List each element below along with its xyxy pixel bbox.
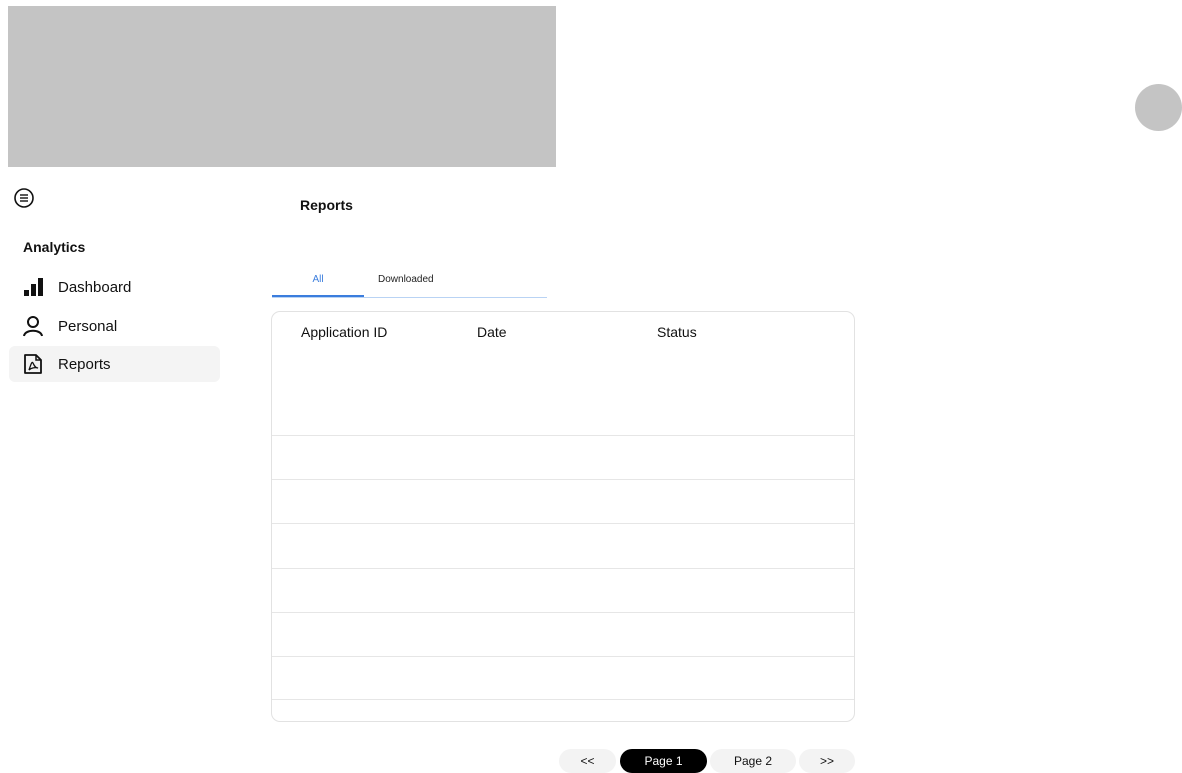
table-row-divider bbox=[272, 699, 854, 700]
tab-active-indicator bbox=[272, 295, 364, 297]
table-row-divider bbox=[272, 568, 854, 569]
sidebar-item-label: Dashboard bbox=[58, 278, 132, 296]
pdf-document-icon bbox=[24, 354, 42, 374]
person-icon bbox=[23, 316, 43, 337]
column-header-date[interactable]: Date bbox=[477, 324, 507, 340]
sidebar-item-label: Reports bbox=[58, 355, 111, 373]
pagination-page-2-button[interactable]: Page 2 bbox=[710, 749, 796, 773]
sidebar-item-personal[interactable]: Personal bbox=[9, 308, 220, 344]
reports-table: Application ID Date Status bbox=[271, 311, 855, 722]
avatar[interactable] bbox=[1135, 84, 1182, 131]
tab-all[interactable]: All bbox=[272, 274, 364, 285]
sidebar-item-reports[interactable]: Reports bbox=[9, 346, 220, 382]
bar-chart-icon bbox=[24, 278, 43, 296]
banner-image-placeholder bbox=[8, 6, 556, 167]
table-row-divider bbox=[272, 612, 854, 613]
sidebar-section-label: Analytics bbox=[23, 239, 86, 255]
tab-bar: All Downloaded bbox=[272, 270, 547, 298]
table-row-divider bbox=[272, 479, 854, 480]
pagination-first-button[interactable]: << bbox=[559, 749, 616, 773]
table-row-divider bbox=[272, 523, 854, 524]
sidebar-item-dashboard[interactable]: Dashboard bbox=[9, 269, 220, 305]
column-header-application-id[interactable]: Application ID bbox=[301, 324, 387, 340]
column-header-status[interactable]: Status bbox=[657, 324, 697, 340]
table-row-divider bbox=[272, 656, 854, 657]
tab-downloaded[interactable]: Downloaded bbox=[378, 274, 434, 285]
table-row-divider bbox=[272, 435, 854, 436]
sidebar-item-label: Personal bbox=[58, 317, 118, 335]
pagination-last-button[interactable]: >> bbox=[799, 749, 855, 773]
pagination-page-1-button[interactable]: Page 1 bbox=[620, 749, 707, 773]
menu-icon[interactable] bbox=[13, 187, 35, 209]
page-title: Reports bbox=[300, 197, 353, 213]
